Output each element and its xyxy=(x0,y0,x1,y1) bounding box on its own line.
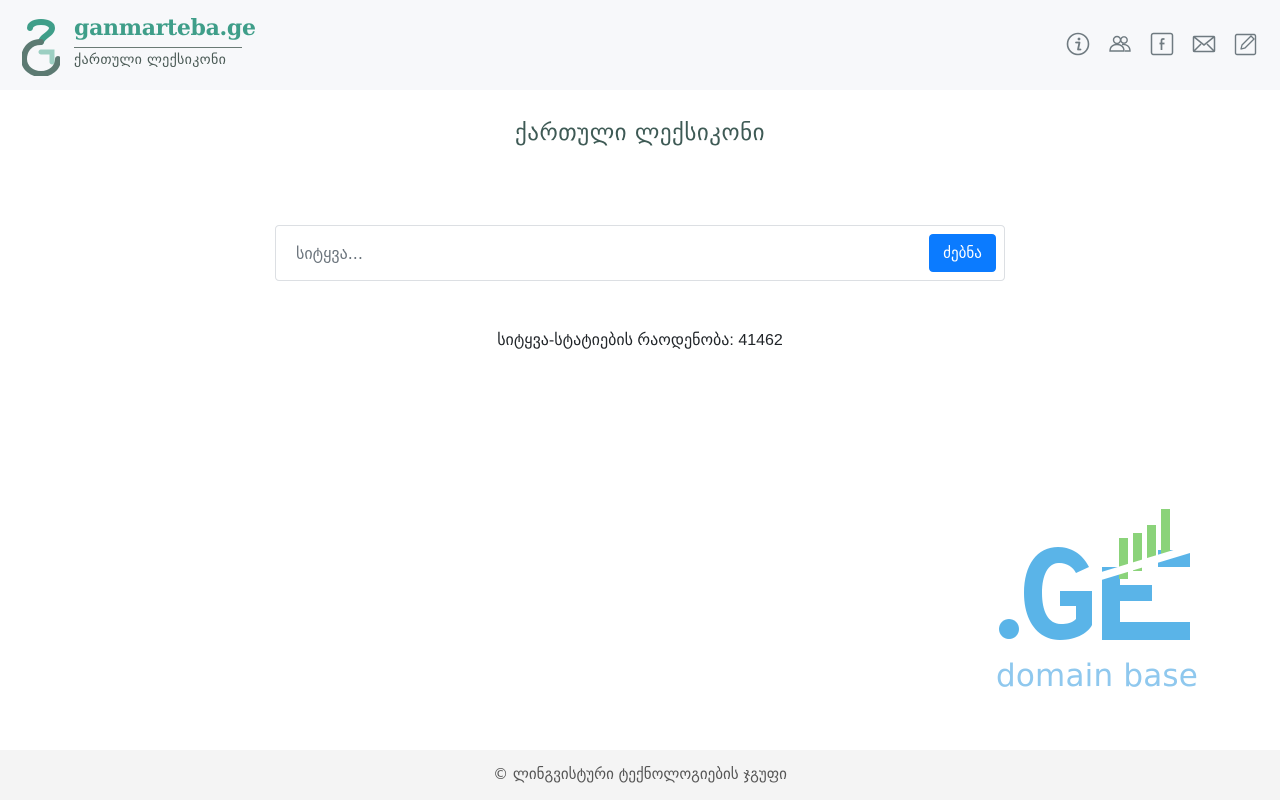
ge-caption[interactable]: domain base xyxy=(996,658,1198,694)
search-form: ძებნა xyxy=(275,225,1005,281)
ge-dot xyxy=(999,619,1019,639)
ge-bar-4 xyxy=(1161,509,1170,555)
page-title: ქართული ლექსიკონი xyxy=(514,120,766,146)
edit-icon[interactable] xyxy=(1234,32,1258,56)
site-logo[interactable]: ganmarteba.ge ქართული ლექსიკონი xyxy=(22,14,256,76)
logo-name: ganmarteba.ge xyxy=(74,15,256,41)
ge-letter-g xyxy=(1024,547,1092,640)
logo-mark-icon xyxy=(22,19,60,76)
search-input[interactable] xyxy=(286,234,926,272)
logo-divider xyxy=(74,47,242,48)
footer-copyright: © ლინგვისტური ტექნოლოგიების ჯგუფი xyxy=(493,765,787,783)
word-count-text: სიტყვა-სტატიების რაოდენობა: 41462 xyxy=(497,332,783,349)
mail-icon[interactable] xyxy=(1192,32,1216,56)
header-nav xyxy=(1066,32,1258,56)
info-icon[interactable] xyxy=(1066,32,1090,56)
site-footer: © ლინგვისტური ტექნოლოგიების ჯგუფი xyxy=(0,750,1280,800)
site-header: ganmarteba.ge ქართული ლექსიკონი xyxy=(0,0,1280,90)
search-button[interactable]: ძებნა xyxy=(929,234,996,272)
logo-subtitle: ქართული ლექსიკონი xyxy=(74,52,227,68)
users-icon[interactable] xyxy=(1108,32,1132,56)
facebook-icon[interactable] xyxy=(1150,32,1174,56)
